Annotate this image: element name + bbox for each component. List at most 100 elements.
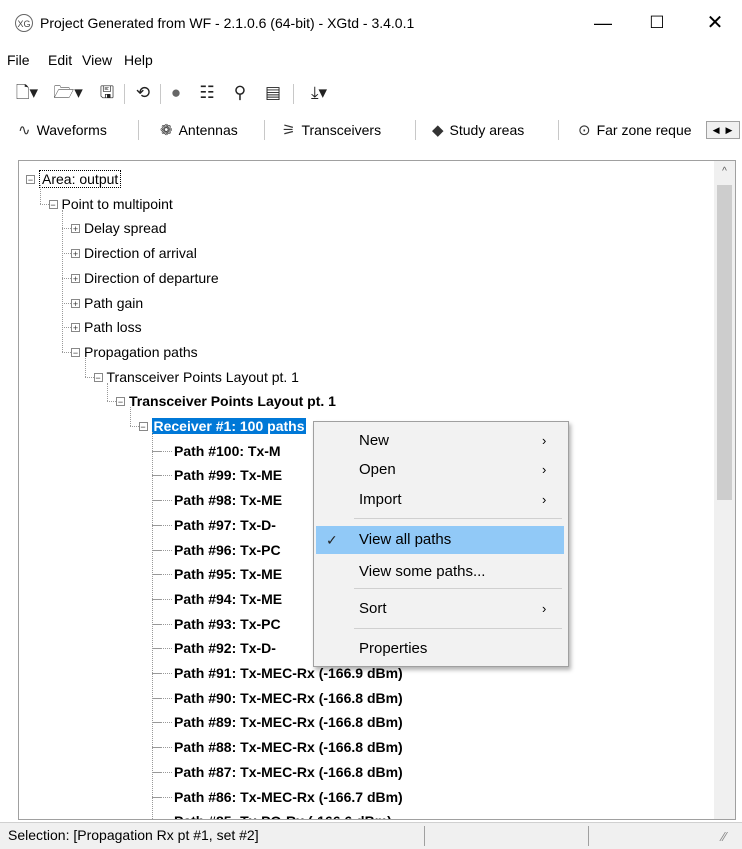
tree-leaf-path[interactable]: Path #89: Tx-MEC-Rx (-166.8 dBm) — [174, 710, 403, 734]
tree-connector — [152, 623, 161, 625]
tree-leaf-path[interactable]: Path #93: Tx-PC — [174, 612, 281, 636]
tree-node[interactable]: Transceiver Points Layout pt. 1 — [129, 389, 336, 413]
menu-help[interactable]: Help — [124, 52, 153, 68]
tree-node[interactable]: Direction of arrival — [84, 241, 197, 265]
context-menu-item-view-some-paths[interactable]: View some paths... — [316, 558, 564, 586]
resize-grip-icon[interactable]: ⁄⁄ — [722, 829, 726, 844]
tree-leaf-path[interactable]: Path #86: Tx-MEC-Rx (-166.7 dBm) — [174, 785, 403, 809]
tree-node-label: Path #88: Tx-MEC-Rx (-166.8 dBm) — [174, 739, 403, 756]
tree-node[interactable]: Delay spread — [84, 216, 167, 240]
tree-node-label: Path #86: Tx-MEC-Rx (-166.7 dBm) — [174, 788, 403, 805]
tree-connector — [152, 450, 161, 452]
menu-item-label: New — [359, 432, 390, 449]
tree-node[interactable]: Direction of departure — [84, 266, 219, 290]
tree-node[interactable]: Propagation paths — [84, 340, 198, 364]
tree-leaf-path[interactable]: Path #92: Tx-D- — [174, 636, 276, 660]
title-bar: XG Project Generated from WF - 2.1.0.6 (… — [0, 0, 742, 46]
tree-view-icon[interactable]: ☷ — [196, 82, 218, 104]
scroll-up-icon[interactable]: ^ — [714, 161, 735, 183]
checkmark-icon: ✓ — [326, 532, 338, 548]
maximize-button[interactable]: ☐ — [634, 0, 680, 46]
tab-antennas[interactable]: ❁ Antennas — [160, 119, 238, 141]
tree-leaf-path[interactable]: Path #90: Tx-MEC-Rx (-166.8 dBm) — [174, 686, 403, 710]
tree-leaf-path[interactable]: Path #99: Tx-ME — [174, 463, 282, 487]
scrollbar-thumb[interactable] — [717, 185, 732, 500]
tree-node[interactable]: Path gain — [84, 291, 143, 315]
tree-connector — [62, 253, 71, 255]
tree-node-label: Path #99: Tx-ME — [174, 467, 283, 484]
menu-file[interactable]: File — [7, 52, 30, 68]
object-toolbar: ∿ Waveforms ❁ Antennas ⚞ Transceivers ◆ Stud… — [0, 113, 742, 145]
tab-waveforms[interactable]: ∿ Waveforms — [18, 119, 107, 141]
toolbar-separator — [415, 120, 416, 140]
tree-node[interactable]: Path loss — [84, 315, 142, 339]
layers-icon[interactable]: ▤ — [262, 82, 284, 104]
tree-connector — [152, 697, 161, 699]
context-menu-item-import[interactable]: Import › — [316, 486, 564, 514]
collapse-icon[interactable]: − — [71, 347, 80, 357]
menu-item-label: Sort — [359, 600, 387, 617]
tree-leaf-path[interactable]: Path #98: Tx-ME — [174, 488, 282, 512]
context-menu-item-properties[interactable]: Properties — [316, 635, 564, 663]
download-icon[interactable]: ⤓▾ — [302, 82, 336, 104]
expand-icon[interactable]: + — [71, 298, 80, 308]
tree-connector — [152, 648, 161, 650]
window-title: Project Generated from WF - 2.1.0.6 (64-… — [40, 15, 415, 31]
scene-icon[interactable]: ⟲ — [132, 82, 154, 104]
tree-node-label: Transceiver Points Layout pt. 1 — [106, 368, 299, 385]
save-icon[interactable]: 🖫 — [96, 82, 118, 104]
tab-study-areas[interactable]: ◆ Study areas — [432, 119, 524, 141]
tree-leaf-path[interactable]: Path #85: Tx-PO-Rx (-166.6 dBm) — [174, 809, 392, 819]
menu-item-label: Import — [359, 491, 402, 508]
tree-connector — [84, 376, 94, 378]
context-menu-item-view-all-paths[interactable]: ✓ View all paths — [316, 526, 564, 554]
tree-node[interactable]: Transceiver Points Layout pt. 1 — [107, 365, 299, 389]
tree-connector — [152, 747, 161, 749]
close-button[interactable]: ✕ — [692, 0, 738, 46]
tree-node[interactable]: Area: output — [39, 167, 122, 191]
tree-connector — [129, 407, 131, 426]
tree-connector — [152, 722, 161, 724]
tab-far-zone[interactable]: ⊙ Far zone reque — [578, 119, 692, 141]
collapse-icon[interactable]: − — [138, 422, 148, 432]
context-menu-item-new[interactable]: New › — [316, 427, 564, 455]
toolbar-separator — [293, 84, 294, 104]
tree-connector — [62, 351, 71, 353]
new-document-icon[interactable]: 🗋▾ — [12, 82, 42, 104]
expand-icon[interactable]: + — [71, 323, 80, 333]
sphere-view-icon[interactable]: ● — [165, 82, 187, 104]
expand-icon[interactable]: + — [71, 273, 80, 283]
expand-icon[interactable]: + — [71, 224, 80, 234]
context-menu-item-sort[interactable]: Sort › — [316, 595, 564, 623]
transceiver-icon: ⚞ — [282, 122, 296, 139]
tree-node[interactable]: Point to multipoint — [62, 192, 173, 216]
tree-node-label: Path #89: Tx-MEC-Rx (-166.8 dBm) — [174, 714, 403, 731]
tree-leaf-path[interactable]: Path #100: Tx-M — [174, 439, 281, 463]
tab-transceivers[interactable]: ⚞ Transceivers — [282, 119, 381, 141]
minimize-button[interactable]: — — [580, 0, 626, 46]
tree-leaf-path[interactable]: Path #97: Tx-D- — [174, 513, 276, 537]
figure-icon[interactable]: ⚲ — [229, 82, 251, 104]
tree-leaf-path[interactable]: Path #94: Tx-ME — [174, 587, 282, 611]
collapse-icon[interactable]: − — [26, 175, 35, 185]
context-menu: New › Open › Import › ✓ View all paths View some… — [313, 421, 569, 667]
tree-node-label: Receiver #1: 100 paths — [151, 418, 307, 434]
collapse-icon[interactable]: − — [93, 372, 103, 382]
expand-icon[interactable]: + — [71, 249, 80, 259]
tree-leaf-path[interactable]: Path #88: Tx-MEC-Rx (-166.8 dBm) — [174, 735, 403, 759]
tree-node-label: Propagation paths — [84, 343, 198, 360]
tree-node[interactable]: Receiver #1: 100 paths — [151, 414, 307, 438]
context-menu-item-open[interactable]: Open › — [316, 456, 564, 484]
tree-connector — [152, 475, 161, 477]
collapse-icon[interactable]: − — [116, 397, 125, 407]
tree-leaf-path[interactable]: Path #95: Tx-ME — [174, 562, 282, 586]
menu-view[interactable]: View — [82, 52, 112, 68]
open-folder-icon[interactable]: 🗁▾ — [52, 82, 84, 104]
collapse-icon[interactable]: − — [48, 199, 58, 209]
vertical-scrollbar[interactable]: ^ — [714, 161, 735, 819]
tree-node-label: Point to multipoint — [61, 195, 173, 212]
tab-scroll-arrows[interactable]: ◀▶ — [706, 121, 740, 139]
tree-leaf-path[interactable]: Path #96: Tx-PC — [174, 538, 281, 562]
menu-edit[interactable]: Edit — [48, 52, 72, 68]
tree-leaf-path[interactable]: Path #87: Tx-MEC-Rx (-166.8 dBm) — [174, 760, 403, 784]
